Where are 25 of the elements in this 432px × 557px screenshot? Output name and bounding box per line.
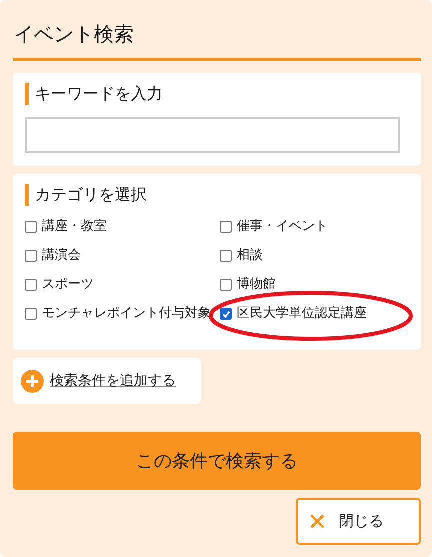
plus-icon[interactable]	[21, 370, 44, 392]
checkbox-label[interactable]: 講演会	[42, 247, 81, 265]
checkbox[interactable]	[220, 221, 232, 233]
section-heading: キーワードを入力	[25, 83, 409, 105]
search-button[interactable]: この条件で検索する	[13, 432, 421, 490]
checkbox[interactable]	[220, 250, 232, 262]
checkbox[interactable]	[220, 279, 232, 291]
checkbox[interactable]	[25, 279, 37, 291]
checkbox[interactable]	[25, 250, 37, 262]
checkbox-label[interactable]: 催事・イベント	[237, 218, 328, 236]
checkbox-label[interactable]: モンチャレポイント付与対象	[42, 305, 211, 323]
panel-title: イベント検索	[13, 21, 135, 48]
checkbox[interactable]	[25, 308, 37, 320]
checkbox-label[interactable]: 講座・教室	[42, 218, 107, 236]
add-condition-link[interactable]: 検索条件を追加する	[50, 372, 176, 390]
checkbox[interactable]	[220, 308, 232, 320]
checkbox-label[interactable]: 区民大学単位認定講座	[237, 305, 367, 323]
keyword-input[interactable]	[25, 117, 400, 153]
section-heading: カテゴリを選択	[25, 184, 409, 206]
close-icon	[310, 514, 325, 529]
checkbox-label[interactable]: スポーツ	[42, 276, 94, 294]
close-button[interactable]: 閉じる	[296, 498, 421, 545]
checkbox[interactable]	[25, 221, 37, 233]
checkbox-label[interactable]: 相談	[237, 247, 263, 265]
checkbox-label[interactable]: 博物館	[237, 276, 276, 294]
